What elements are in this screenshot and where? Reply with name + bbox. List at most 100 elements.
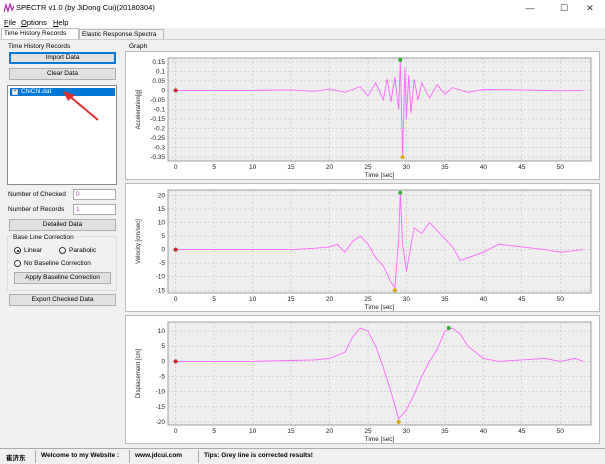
x-axis-label: Time [sec] [365, 436, 395, 443]
x-tick-label: 50 [557, 164, 565, 171]
status-tip: Tips: Grey line is corrected results! [204, 452, 313, 459]
tab-bar: Time History Records Elastic Response Sp… [0, 28, 605, 39]
status-welcome: Welcome to my Website : [41, 452, 120, 459]
y-tick-label: 0 [161, 358, 165, 365]
detailed-data-button[interactable]: Detailed Data [9, 219, 116, 231]
y-tick-label: -0.25 [150, 135, 165, 142]
x-tick-label: 20 [326, 428, 334, 435]
x-tick-label: 35 [441, 296, 449, 303]
x-tick-label: 25 [364, 296, 372, 303]
x-tick-label: 50 [557, 296, 565, 303]
acceleration-plot: 0 5 10 15 20 25 30 35 40 45 50 0.15 0.1 0.05 0 -0.05 -0.… [136, 57, 592, 179]
x-tick-label: 30 [403, 428, 411, 435]
y-tick-label: -0.05 [150, 97, 165, 104]
status-bar: 崔济东 Welcome to my Website : www.jdcui.co… [0, 448, 605, 464]
x-axis-label: Time [sec] [365, 172, 395, 179]
max-marker [398, 57, 403, 62]
displacement-chart: 0 5 10 15 20 25 30 35 40 45 50 10 5 0 -5 -10 -15 -20 Time … [125, 315, 600, 444]
minimize-button[interactable]: — [515, 0, 545, 17]
status-website[interactable]: www.jdcui.com [135, 452, 182, 459]
x-tick-label: 15 [287, 164, 295, 171]
x-tick-label: 40 [480, 296, 488, 303]
y-tick-label: -5 [159, 260, 165, 267]
y-tick-label: -5 [159, 374, 165, 381]
x-tick-label: 45 [518, 428, 526, 435]
records-count-field: 1 [73, 204, 116, 215]
linear-radio-label: Linear [24, 247, 43, 254]
y-tick-label: 0.15 [152, 59, 165, 66]
x-tick-label: 5 [212, 164, 216, 171]
status-divider [198, 450, 199, 463]
menu-bar: File Options Help [0, 17, 605, 28]
status-author: 崔济东 [6, 455, 26, 462]
tab-time-history-records[interactable]: Time History Records [1, 28, 79, 39]
records-count-label: Number of Records [8, 206, 65, 213]
y-tick-label: -15 [156, 287, 166, 294]
y-tick-label: 0 [161, 87, 165, 94]
plot-area [167, 57, 592, 162]
export-checked-button[interactable]: Export Checked Data [9, 294, 116, 306]
x-tick-label: 20 [326, 296, 334, 303]
close-button[interactable]: ✕ [575, 0, 605, 17]
x-tick-label: 20 [326, 164, 334, 171]
import-data-button[interactable]: Import Data [9, 52, 116, 64]
x-axis-label: Time [sec] [365, 304, 395, 311]
start-marker [173, 247, 178, 252]
x-tick-label: 30 [403, 296, 411, 303]
x-tick-label: 10 [249, 164, 257, 171]
y-tick-label: 20 [158, 192, 166, 199]
x-tick-label: 0 [174, 428, 178, 435]
y-tick-label: -10 [156, 389, 166, 396]
expand-icon[interactable]: + [12, 89, 18, 95]
y-tick-label: 10 [158, 220, 166, 227]
status-divider [35, 450, 36, 463]
parabolic-radio-label: Parabolic [69, 247, 97, 254]
no-baseline-radio-label: No Baseline Correction [24, 260, 91, 267]
y-tick-label: -15 [156, 404, 166, 411]
y-tick-label: 0 [161, 247, 165, 254]
y-tick-label: 10 [158, 328, 166, 335]
x-tick-label: 5 [212, 428, 216, 435]
checked-count-label: Number of Checked [8, 191, 66, 198]
y-axis-label: Acceleration[g] [136, 89, 142, 129]
start-marker [173, 359, 178, 364]
x-tick-label: 40 [480, 428, 488, 435]
x-tick-label: 40 [480, 164, 488, 171]
menu-file[interactable]: File [4, 18, 16, 27]
no-baseline-radio[interactable] [14, 260, 21, 267]
x-tick-label: 0 [174, 164, 178, 171]
y-tick-label: 5 [161, 343, 165, 350]
x-tick-label: 10 [249, 296, 257, 303]
displacement-plot: 0 5 10 15 20 25 30 35 40 45 501050-5-10-15-20Time … [136, 321, 592, 443]
y-tick-label: 5 [161, 233, 165, 240]
x-tick-label: 50 [557, 428, 565, 435]
x-tick-label: 10 [249, 428, 257, 435]
tab-elastic-response-spectra[interactable]: Elastic Response Spectra [79, 29, 164, 39]
linear-radio[interactable] [14, 247, 21, 254]
parabolic-radio[interactable] [59, 247, 66, 254]
y-tick-label: -20 [156, 419, 166, 426]
x-tick-label: 45 [518, 164, 526, 171]
y-tick-label: -10 [156, 274, 166, 281]
menu-help[interactable]: Help [53, 18, 68, 27]
baseline-correction-title: Base Line Correction [12, 234, 75, 241]
x-tick-label: 25 [364, 164, 372, 171]
start-marker [173, 88, 178, 93]
y-tick-label: -0.3 [154, 145, 166, 152]
y-tick-label: -0.2 [154, 126, 166, 133]
x-tick-label: 0 [174, 296, 178, 303]
max-marker [398, 190, 403, 195]
y-tick-label: -0.1 [154, 107, 166, 114]
y-tick-label: 0.05 [152, 78, 165, 85]
window-title: SPECTR v1.0 (by JiDong Cui)(20180304) [16, 3, 155, 12]
y-axis-label: Velocity [cm/sec] [136, 219, 142, 264]
apply-baseline-button[interactable]: Apply Baseline Correction [14, 272, 111, 284]
velocity-plot: 0 5 10 15 20 25 30 35 40 45 5020151050-5-10-15Time… [136, 189, 592, 311]
min-marker [400, 155, 405, 160]
checked-count-field: 0 [73, 189, 116, 200]
menu-options[interactable]: Options [21, 18, 47, 27]
records-group-title: Time History Records [8, 43, 71, 50]
y-tick-label: -0.35 [150, 154, 165, 161]
clear-data-button[interactable]: Clear Data [9, 68, 116, 80]
x-tick-label: 45 [518, 296, 526, 303]
